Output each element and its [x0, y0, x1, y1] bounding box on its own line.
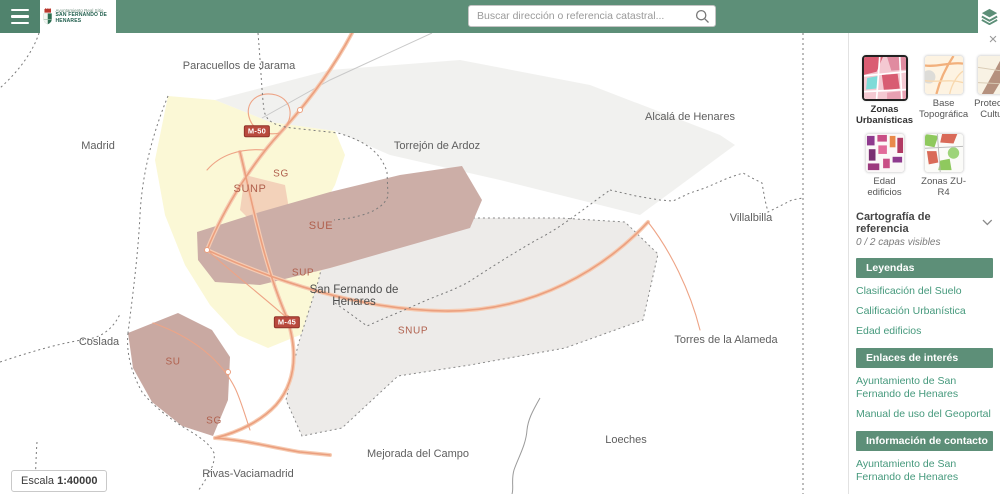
city-label: San Fernando deHenares [310, 284, 399, 308]
layer-label: Protección Cultural [974, 98, 1000, 121]
layer-option-edad-edificios[interactable]: Edad edificios [856, 133, 913, 199]
road-badge-m50: M-50 [244, 125, 270, 137]
boundary-solid [512, 398, 540, 494]
place-label: Coslada [79, 336, 119, 348]
place-label: Mejorada del Campo [367, 448, 469, 460]
scale-label: Escala [21, 475, 54, 487]
layer-thumbnail [924, 133, 964, 173]
zone-label: SNUP [398, 326, 428, 337]
place-label: Torrejón de Ardoz [394, 140, 480, 152]
map-area[interactable] [0, 33, 848, 494]
legend-link-clasificacion-suelo[interactable]: Clasificación del Suelo [856, 285, 993, 298]
city-crest-icon [43, 6, 52, 28]
road-badge-m45: M-45 [274, 316, 300, 328]
layer-label: Base Topográfica [919, 98, 968, 121]
zone-label: SUNP [234, 183, 267, 195]
layer-label: Edad edificios [856, 176, 913, 199]
link-ayuntamiento[interactable]: Ayuntamiento de San Fernando de Henares [856, 375, 993, 401]
zone-label: SUP [292, 268, 314, 279]
top-bar: Ayuntamiento Real Sitio SAN FERNANDO DE … [0, 0, 978, 33]
layer-option-proteccion-cultural[interactable]: Protección Cultural [974, 55, 1000, 127]
layer-option-zonas-urbanisticas[interactable]: Zonas Urbanísticas [856, 55, 913, 127]
scale-value: 1:40000 [57, 475, 97, 487]
layer-thumbnail [924, 55, 964, 95]
cartography-section-toggle[interactable]: Cartografía de referencia [856, 211, 993, 235]
close-icon[interactable]: × [986, 33, 1000, 47]
logo-line2: SAN FERNANDO DE HENARES [55, 13, 113, 24]
place-label: Loeches [605, 434, 647, 446]
place-label: Alcalá de Henares [645, 111, 735, 123]
zone-label: SUE [309, 220, 333, 232]
zone-label: SU [165, 357, 180, 368]
legend-link-edad-edificios[interactable]: Edad edificios [856, 325, 993, 338]
chevron-down-icon [982, 219, 993, 226]
scale-indicator: Escala 1:40000 [11, 470, 107, 492]
section-header-enlaces: Enlaces de interés [856, 348, 993, 368]
search-button[interactable] [689, 6, 715, 26]
layer-thumbnails: Zonas Urbanísticas Base Topográfica [856, 55, 993, 199]
zone-label: SG [206, 416, 222, 427]
layer-option-zonas-zu-r4[interactable]: Zonas ZU-R4 [919, 133, 968, 199]
city-line1: San Fernando de [310, 284, 399, 296]
place-label: Torres de la Alameda [674, 334, 777, 346]
layer-label: Zonas ZU-R4 [919, 176, 968, 199]
place-label: Villalbilla [730, 212, 773, 224]
place-label: Madrid [81, 140, 115, 152]
layers-icon [981, 8, 998, 25]
layers-toggle-button[interactable] [978, 0, 1000, 33]
search-icon [695, 9, 710, 24]
map-canvas[interactable] [0, 33, 848, 494]
place-label: Paracuellos de Jarama [183, 60, 296, 72]
legend-link-calificacion-urbanistica[interactable]: Calificación Urbanística [856, 305, 993, 318]
app-logo[interactable]: Ayuntamiento Real Sitio SAN FERNANDO DE … [40, 0, 116, 33]
map-zones [128, 60, 735, 436]
contact-link-ayuntamiento[interactable]: Ayuntamiento de San Fernando de Henares [856, 458, 993, 484]
hamburger-icon [11, 7, 29, 27]
menu-button[interactable] [0, 0, 40, 33]
layer-thumbnail [862, 55, 908, 101]
layer-thumbnail [977, 55, 1000, 95]
section-header-leyendas: Leyendas [856, 258, 993, 278]
layers-visible-status: 0 / 2 capas visibles [856, 237, 993, 248]
place-label: Rivas-Vaciamadrid [202, 468, 294, 480]
layer-thumbnail [865, 133, 905, 173]
layers-panel: × Zonas Urbanísticas [848, 33, 1000, 494]
search-input[interactable] [469, 10, 689, 22]
layer-option-base-topografica[interactable]: Base Topográfica [919, 55, 968, 127]
layer-label: Zonas Urbanísticas [856, 104, 913, 127]
cartography-title: Cartografía de referencia [856, 211, 982, 235]
link-manual-geoportal[interactable]: Manual de uso del Geoportal [856, 408, 993, 421]
logo-text: Ayuntamiento Real Sitio SAN FERNANDO DE … [55, 9, 113, 25]
zone-label: SG [273, 169, 289, 180]
search-box [468, 5, 716, 27]
city-line2: Henares [332, 296, 375, 308]
section-header-contacto: Información de contacto [856, 431, 993, 451]
